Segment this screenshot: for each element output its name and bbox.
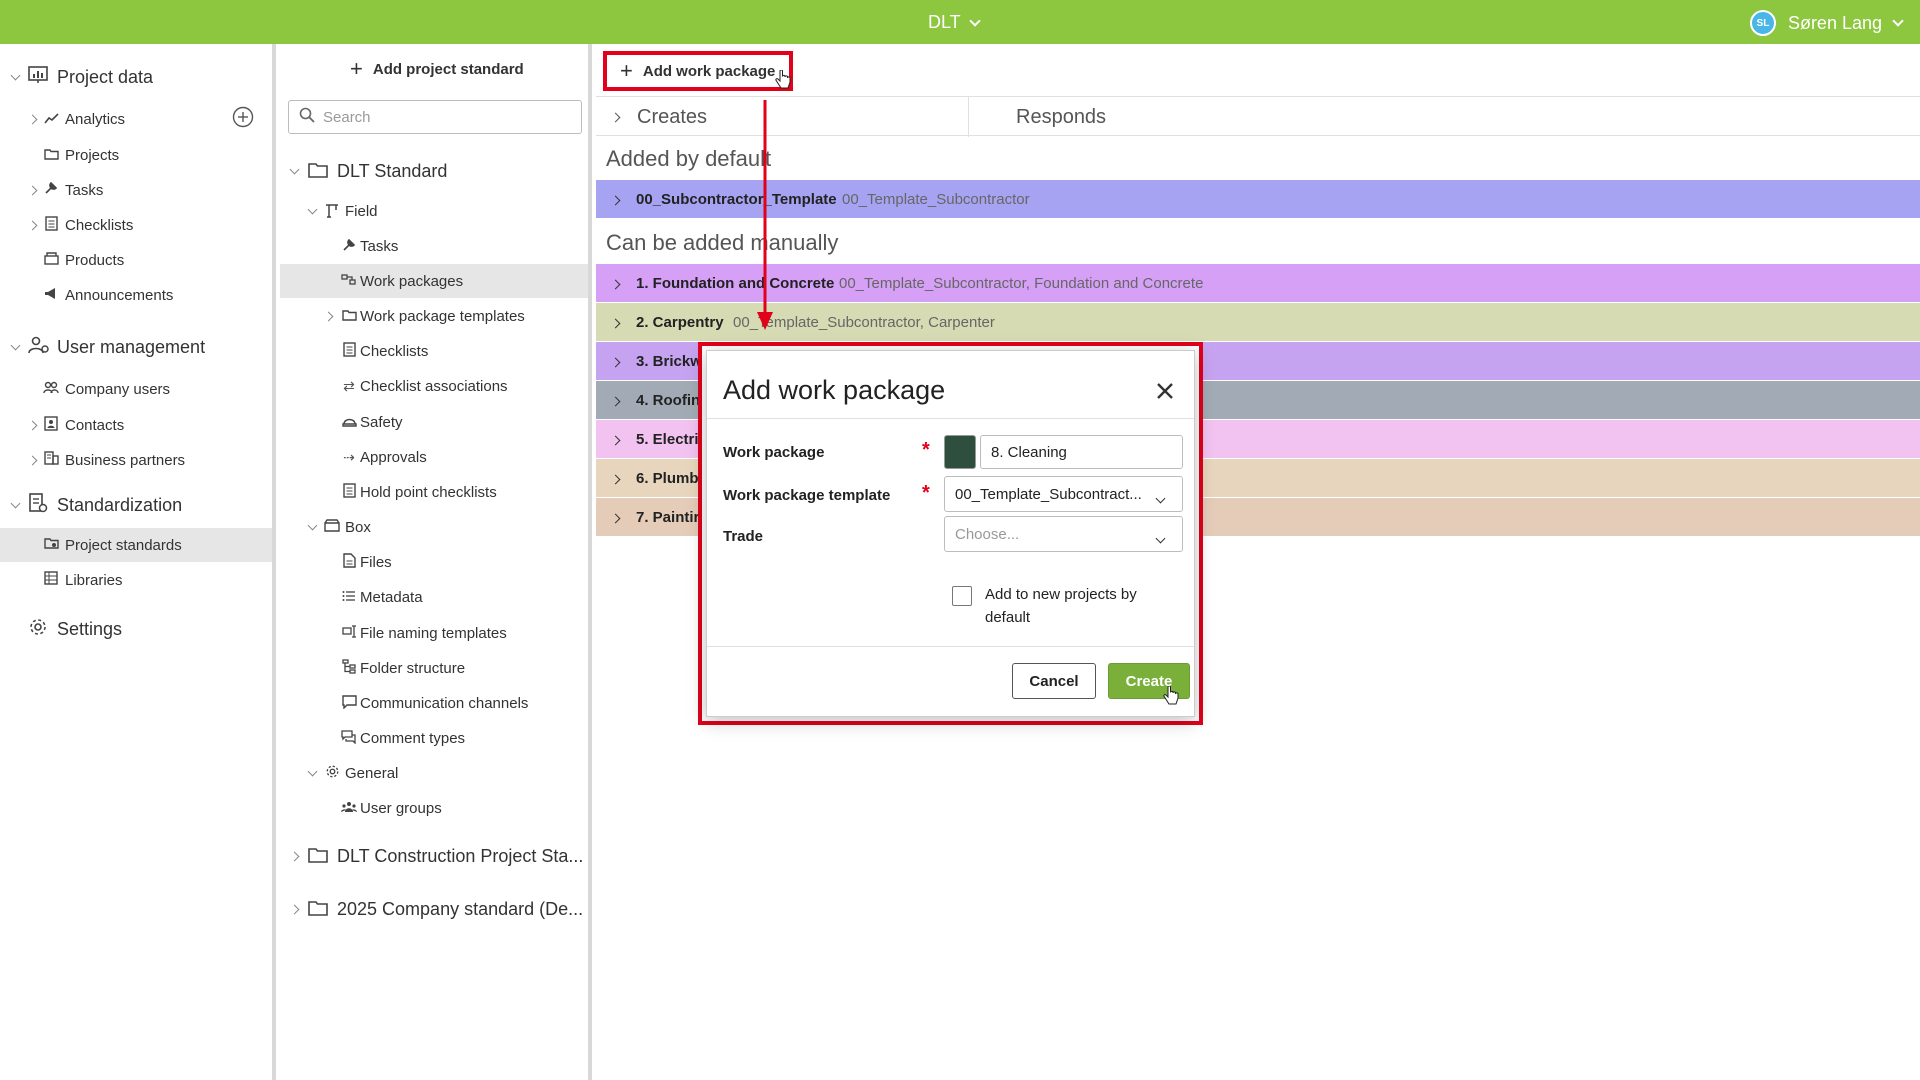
required-asterisk: *: [922, 439, 930, 461]
add-work-package-dialog: Add work package Work package * 8. Clean…: [706, 350, 1195, 717]
template-label: Work package template: [723, 487, 891, 504]
hand-cursor-icon: [1163, 685, 1179, 711]
close-icon[interactable]: [1156, 377, 1174, 405]
required-asterisk: *: [922, 482, 930, 504]
input-value: 8. Cleaning: [991, 443, 1067, 461]
dialog-footer-divider: [707, 646, 1194, 647]
trade-select[interactable]: Choose...: [944, 516, 1183, 552]
dialog-divider: [707, 418, 1194, 419]
hand-cursor-icon: [775, 69, 791, 95]
work-package-label: Work package: [723, 444, 825, 461]
checkbox-label: Add to new projects by default: [985, 586, 1137, 626]
trade-label: Trade: [723, 528, 764, 545]
select-value: 00_Template_Subcontract...: [955, 485, 1142, 503]
color-swatch-button[interactable]: [944, 435, 976, 469]
annotation-modal-highlight: Add work package Work package * 8. Clean…: [698, 342, 1203, 725]
work-package-name-input[interactable]: 8. Cleaning: [980, 435, 1183, 469]
template-select[interactable]: 00_Template_Subcontract...: [944, 476, 1183, 512]
dialog-title: Add work package: [723, 375, 946, 405]
select-placeholder: Choose...: [955, 525, 1020, 543]
add-to-new-projects-checkbox[interactable]: [952, 586, 972, 606]
chevron-down-icon: [1155, 529, 1166, 546]
cancel-button[interactable]: Cancel: [1012, 663, 1096, 699]
chevron-down-icon: [1155, 489, 1166, 506]
